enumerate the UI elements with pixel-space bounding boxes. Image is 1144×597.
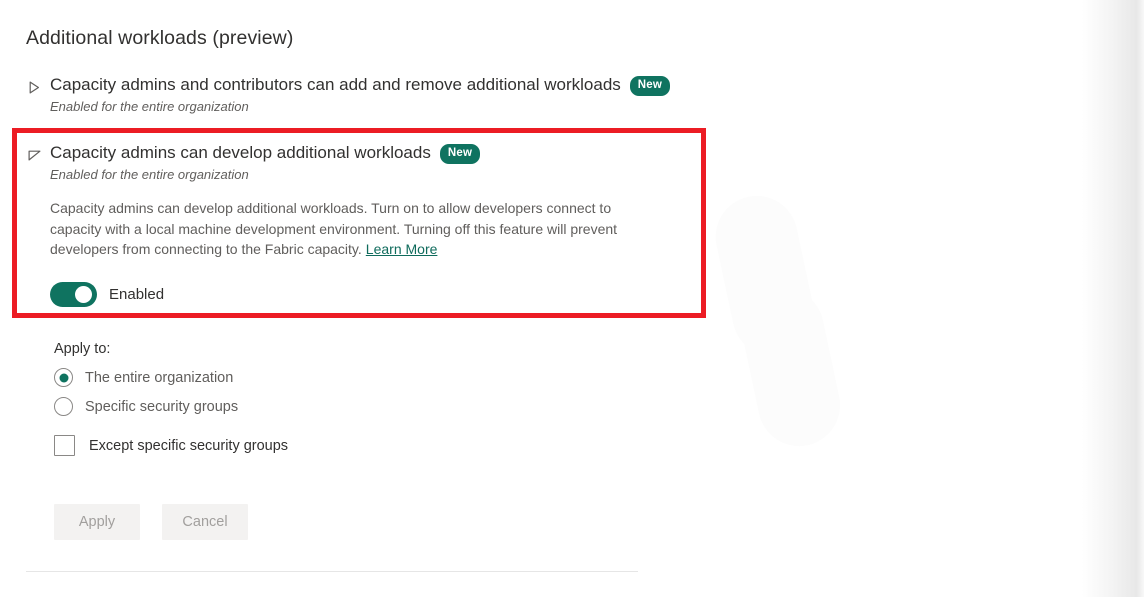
checkbox-except-specific-security-groups[interactable]: Except specific security groups	[54, 435, 288, 456]
learn-more-link[interactable]: Learn More	[366, 241, 438, 257]
background-watermark	[708, 188, 848, 454]
setting-title-block: Capacity admins can develop additional w…	[50, 142, 686, 184]
panel-edge-gradient	[1082, 0, 1144, 597]
setting-header[interactable]: Capacity admins can develop additional w…	[26, 142, 686, 184]
apply-to-label: Apply to:	[54, 341, 111, 357]
action-button-group: Apply Cancel	[54, 504, 248, 540]
setting-description-text: Capacity admins can develop additional w…	[50, 200, 618, 257]
enabled-toggle-row[interactable]: Enabled	[50, 281, 686, 307]
watermark-shape-upper	[708, 188, 822, 364]
setting-subtitle: Enabled for the entire organization	[50, 167, 249, 182]
setting-title: Capacity admins and contributors can add…	[50, 75, 621, 94]
enabled-toggle-label: Enabled	[109, 285, 165, 303]
settings-content-area: Additional workloads (preview) Capacity …	[0, 0, 720, 597]
setting-subtitle: Enabled for the entire organization	[50, 99, 249, 114]
setting-row-develop-workloads[interactable]: Capacity admins can develop additional w…	[26, 142, 686, 307]
status-badge-new: New	[629, 75, 671, 97]
setting-header[interactable]: Capacity admins and contributors can add…	[26, 74, 671, 116]
status-badge-new: New	[439, 143, 481, 165]
checkbox-unchecked-icon[interactable]	[54, 435, 75, 456]
radio-button-unselected-icon[interactable]	[54, 397, 73, 416]
setting-row-add-remove-workloads[interactable]: Capacity admins and contributors can add…	[26, 74, 671, 116]
setting-description: Capacity admins can develop additional w…	[50, 198, 654, 260]
toggle-knob	[75, 285, 92, 303]
radio-label: Specific security groups	[85, 398, 239, 415]
checkbox-label: Except specific security groups	[89, 437, 289, 454]
setting-title-line: Capacity admins can develop additional w…	[50, 142, 686, 165]
cancel-button[interactable]: Cancel	[162, 504, 248, 540]
enabled-toggle[interactable]	[50, 281, 97, 307]
radio-specific-security-groups[interactable]: Specific security groups	[54, 397, 288, 416]
page-title: Additional workloads (preview)	[26, 27, 294, 49]
section-divider	[26, 571, 638, 572]
apply-to-section: Apply to: The entire organization Specif…	[54, 341, 288, 456]
setting-title: Capacity admins can develop additional w…	[50, 143, 431, 162]
radio-entire-organization[interactable]: The entire organization	[54, 368, 288, 387]
setting-title-block: Capacity admins and contributors can add…	[50, 74, 671, 116]
setting-title-line: Capacity admins and contributors can add…	[50, 74, 671, 97]
apply-button[interactable]: Apply	[54, 504, 140, 540]
radio-label: The entire organization	[85, 369, 234, 386]
chevron-right-icon[interactable]	[26, 77, 42, 97]
setting-expanded-body: Capacity admins can develop additional w…	[50, 198, 686, 307]
chevron-down-icon[interactable]	[26, 145, 42, 165]
radio-button-selected-icon[interactable]	[54, 368, 73, 387]
watermark-shape-lower	[734, 280, 848, 454]
